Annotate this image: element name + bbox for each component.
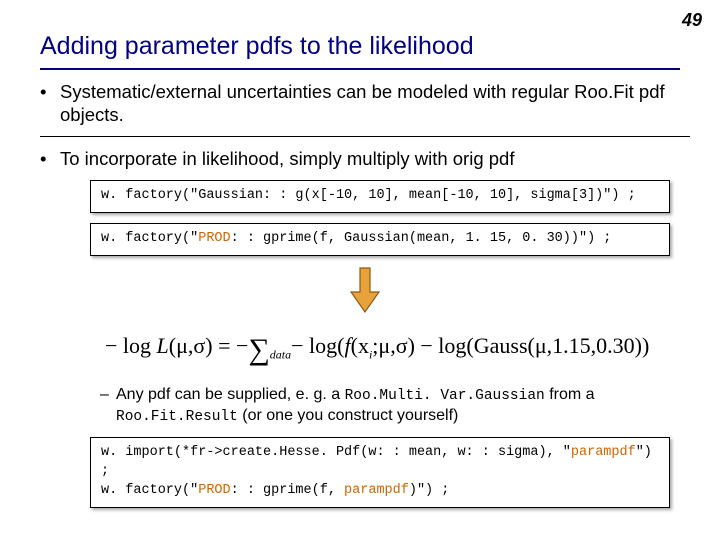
sub-bullet-mono2: Roo.Fit.Result [116, 409, 238, 425]
sum-subscript: data [270, 348, 291, 362]
down-arrow [40, 266, 690, 319]
sub-bullet: Any pdf can be supplied, e. g. a Roo.Mul… [100, 385, 690, 427]
slide-title: Adding parameter pdfs to the likelihood [40, 32, 474, 61]
down-arrow-icon [347, 266, 383, 314]
slide-body: Systematic/external uncertainties can be… [40, 80, 690, 518]
code-line: w. factory("Gaussian: : g(x[-10, 10], me… [101, 188, 636, 203]
formula-lhs-args: (μ,σ) = − [169, 333, 249, 358]
code3-l1-pre: w. import(*fr->create.Hesse. Pdf(w: : me… [101, 445, 571, 460]
term1-args: (x [351, 333, 369, 358]
code3-l2-kw2: parampdf [344, 483, 409, 498]
formula: − log L(μ,σ) = −∑data− log(f(xi;μ,σ) − l… [105, 333, 690, 367]
code-line-prefix: w. factory(" [101, 231, 198, 246]
code3-l2-post: )") ; [409, 483, 450, 498]
code3-l2-kw1: PROD [198, 483, 230, 498]
sigma-symbol: ∑ [248, 333, 269, 366]
bullet-2: To incorporate in likelihood, simply mul… [40, 147, 690, 170]
code-box-3: w. import(*fr->create.Hesse. Pdf(w: : me… [90, 437, 670, 508]
term2: − log(Gauss(μ,1.15,0.30)) [415, 333, 649, 358]
code-box-2: w. factory("PROD: : gprime(f, Gaussian(m… [90, 223, 670, 256]
code3-l2-mid: : : gprime(f, [231, 483, 344, 498]
page-number: 49 [682, 10, 702, 31]
title-underline [40, 68, 680, 70]
sub-bullet-mono1: Roo.Multi. Var.Gaussian [345, 388, 545, 404]
code3-l2-pre: w. factory(" [101, 483, 198, 498]
term1-pre: − log( [291, 333, 344, 358]
formula-L: L [157, 333, 169, 358]
term1-post: ;μ,σ) [372, 333, 415, 358]
code3-l1-kw: parampdf [571, 445, 636, 460]
code-keyword-prod: PROD [198, 231, 230, 246]
code-line-suffix: : : gprime(f, Gaussian(mean, 1. 15, 0. 3… [231, 231, 612, 246]
sub-bullet-post: (or one you construct yourself) [238, 407, 459, 424]
code-box-1: w. factory("Gaussian: : g(x[-10, 10], me… [90, 180, 670, 213]
sub-bullet-mid: from a [545, 386, 595, 403]
sub-bullet-pre: Any pdf can be supplied, e. g. a [116, 386, 345, 403]
code-line-1: w. import(*fr->create.Hesse. Pdf(w: : me… [101, 444, 659, 482]
code-line-2: w. factory("PROD: : gprime(f, parampdf)"… [101, 482, 659, 501]
separator-rule [40, 136, 690, 137]
bullet-1: Systematic/external uncertainties can be… [40, 80, 690, 126]
formula-lhs-pre: − log [105, 333, 157, 358]
